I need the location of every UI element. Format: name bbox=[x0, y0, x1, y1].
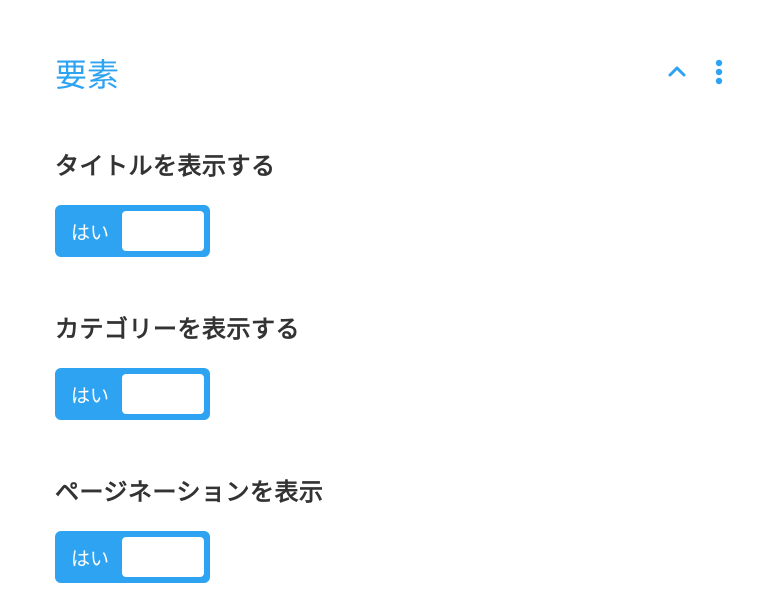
setting-label: タイトルを表示する bbox=[55, 146, 727, 181]
menu-button[interactable] bbox=[711, 55, 727, 92]
vertical-dots-icon bbox=[715, 59, 723, 88]
panel-title: 要素 bbox=[55, 50, 119, 96]
toggle-handle bbox=[122, 211, 204, 251]
setting-show-pagination: ページネーションを表示 はい bbox=[55, 472, 727, 583]
panel-header: 要素 bbox=[55, 50, 727, 96]
show-pagination-toggle[interactable]: はい bbox=[55, 531, 210, 583]
toggle-handle bbox=[122, 374, 204, 414]
collapse-button[interactable] bbox=[661, 56, 693, 91]
setting-label: ページネーションを表示 bbox=[55, 472, 727, 507]
toggle-value: はい bbox=[61, 218, 115, 245]
setting-show-title: タイトルを表示する はい bbox=[55, 146, 727, 257]
toggle-handle bbox=[122, 537, 204, 577]
show-title-toggle[interactable]: はい bbox=[55, 205, 210, 257]
toggle-value: はい bbox=[61, 381, 115, 408]
setting-label: カテゴリーを表示する bbox=[55, 309, 727, 344]
chevron-up-icon bbox=[665, 60, 689, 87]
setting-show-category: カテゴリーを表示する はい bbox=[55, 309, 727, 420]
toggle-value: はい bbox=[61, 544, 115, 571]
panel-actions bbox=[661, 55, 727, 92]
show-category-toggle[interactable]: はい bbox=[55, 368, 210, 420]
